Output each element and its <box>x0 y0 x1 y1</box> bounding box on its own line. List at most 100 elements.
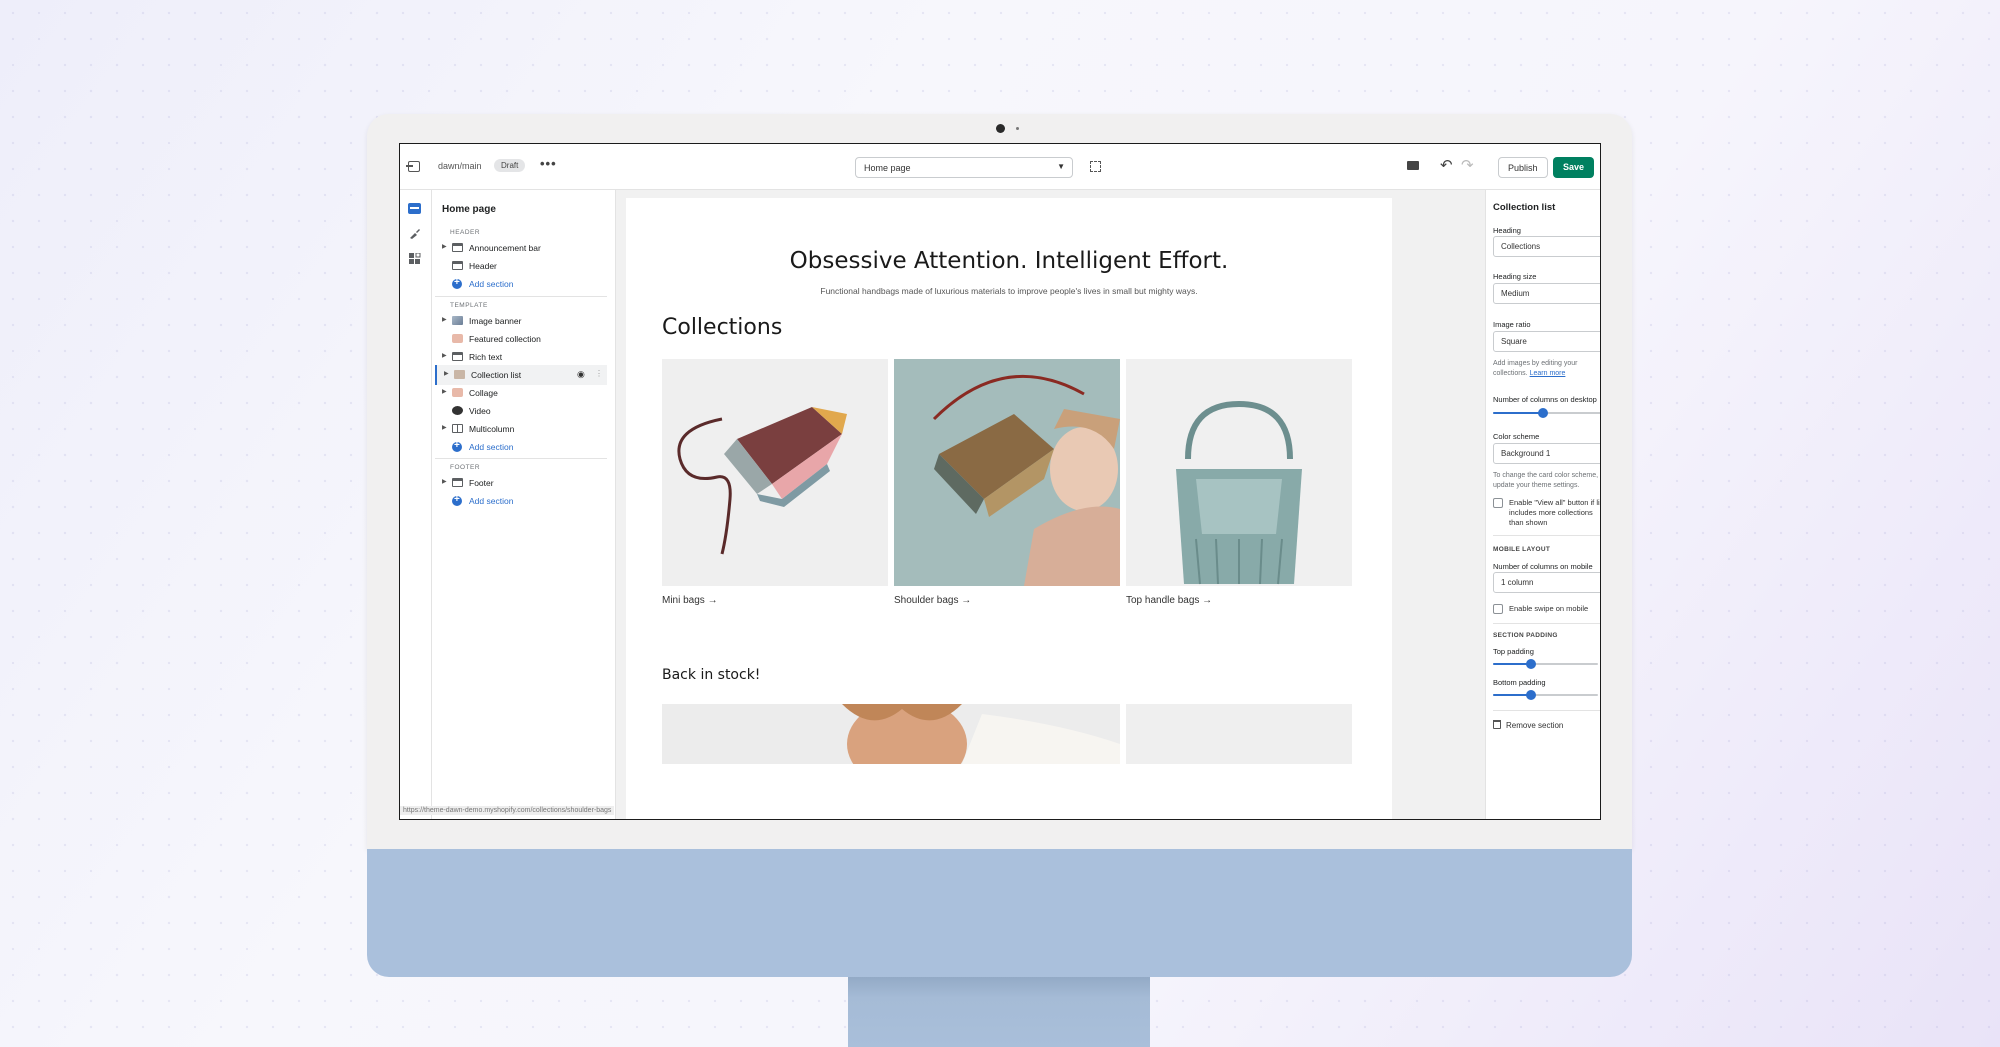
more-actions-button[interactable]: ••• <box>540 156 557 171</box>
sidebar-item-rich-text[interactable]: ▶ Rich text <box>435 347 607 367</box>
bottom-padding-slider[interactable] <box>1493 690 1598 700</box>
inspector-icon[interactable] <box>1090 161 1101 172</box>
heading-input[interactable]: Collections <box>1493 236 1600 257</box>
columns-desktop-slider[interactable] <box>1493 408 1600 418</box>
trash-icon <box>1493 720 1501 729</box>
product-image[interactable] <box>1126 704 1352 764</box>
group-template: TEMPLATE <box>450 302 488 309</box>
add-section-template[interactable]: Add section <box>435 437 607 457</box>
redo-icon[interactable]: ↷ <box>1461 156 1474 174</box>
chevron-right-icon[interactable]: ▶ <box>442 388 447 395</box>
sidebar-item-announcement-bar[interactable]: ▶ Announcement bar <box>435 238 607 258</box>
sidebar-item-footer[interactable]: ▶ Footer <box>435 473 607 493</box>
chevron-right-icon[interactable]: ▶ <box>442 424 447 431</box>
slider-knob[interactable] <box>1525 690 1536 700</box>
collection-link-shoulder-bags[interactable]: Shoulder bags → <box>894 595 971 606</box>
desktop-view-icon[interactable] <box>1407 161 1419 170</box>
chevron-right-icon[interactable]: ▶ <box>442 316 447 323</box>
sidebar-item-collection-list[interactable]: ▶ Collection list ◉ ⋮ <box>435 365 607 385</box>
swipe-mobile-checkbox[interactable] <box>1493 604 1503 614</box>
collection-link-top-handle-bags[interactable]: Top handle bags → <box>1126 595 1212 606</box>
rich-text-icon <box>452 352 463 361</box>
sidebar-item-header[interactable]: Header <box>435 256 607 276</box>
featured-collection-icon <box>452 334 463 343</box>
hero-title: Obsessive Attention. Intelligent Effort. <box>789 248 1229 274</box>
add-section-label: Add section <box>469 496 514 506</box>
sidebar-item-image-banner[interactable]: ▶ Image banner <box>435 311 607 331</box>
monitor-stand <box>848 977 1150 1047</box>
sidebar-item-collage[interactable]: ▶ Collage <box>435 383 607 403</box>
eye-icon[interactable]: ◉ <box>577 369 585 380</box>
image-ratio-label: Image ratio <box>1493 320 1531 329</box>
announcement-bar-icon <box>452 243 463 252</box>
sections-icon[interactable] <box>408 203 421 214</box>
undo-icon[interactable]: ↶ <box>1440 156 1453 174</box>
heading-size-label: Heading size <box>1493 272 1537 281</box>
hero-subtitle: Functional handbags made of luxurious ma… <box>820 286 1198 296</box>
group-footer: FOOTER <box>450 464 481 471</box>
image-ratio-value: Square <box>1501 337 1527 346</box>
sidebar-item-multicolumn[interactable]: ▶ Multicolumn <box>435 419 607 439</box>
save-button[interactable]: Save <box>1553 157 1595 178</box>
add-section-header[interactable]: Add section <box>435 274 607 294</box>
theme-settings-icon[interactable] <box>408 228 421 239</box>
divider <box>1493 535 1600 536</box>
add-section-footer[interactable]: Add section <box>435 491 607 511</box>
sidebar-item-featured-collection[interactable]: Featured collection <box>435 329 607 349</box>
collection-card-image[interactable] <box>662 359 888 586</box>
top-padding-slider[interactable] <box>1493 659 1598 669</box>
sidebar-item-label: Collection list <box>471 370 522 380</box>
model-image <box>662 704 1120 764</box>
swipe-mobile-label: Enable swipe on mobile <box>1509 604 1589 613</box>
top-padding-label: Top padding <box>1493 647 1534 656</box>
sidebar-item-label: Featured collection <box>469 334 541 344</box>
heading-label: Heading <box>1493 226 1521 235</box>
apps-icon[interactable] <box>408 253 421 264</box>
collection-link-mini-bags[interactable]: Mini bags → <box>662 595 718 606</box>
drag-handle-icon[interactable]: ⋮ <box>595 369 603 378</box>
sidebar-item-label: Multicolumn <box>469 424 515 434</box>
chevron-right-icon[interactable]: ▶ <box>442 352 447 359</box>
camera-sensor <box>1016 127 1019 130</box>
publish-button[interactable]: Publish <box>1498 157 1548 178</box>
color-help-text: To change the card color scheme, update … <box>1493 472 1599 489</box>
status-url: https://theme-dawn-demo.myshopify.com/co… <box>400 806 615 815</box>
chevron-right-icon[interactable]: ▶ <box>442 243 447 250</box>
slider-knob[interactable] <box>1538 408 1549 418</box>
view-all-label: Enable "View all" button if list include… <box>1509 498 1601 527</box>
collection-card-image[interactable] <box>894 359 1120 586</box>
add-section-label: Add section <box>469 442 514 452</box>
sidebar-item-video[interactable]: Video <box>435 401 607 421</box>
draft-badge: Draft <box>494 159 526 172</box>
color-scheme-label: Color scheme <box>1493 432 1540 441</box>
add-section-label: Add section <box>469 279 514 289</box>
section-padding-heading: SECTION PADDING <box>1493 632 1558 639</box>
heading-size-select[interactable]: Medium ⇕ <box>1493 283 1600 304</box>
columns-desktop-label: Number of columns on desktop <box>1493 395 1597 404</box>
columns-mobile-select[interactable]: 1 column ⇕ <box>1493 572 1600 593</box>
color-scheme-select[interactable]: Background 1 ⇕ <box>1493 443 1600 464</box>
exit-icon[interactable] <box>406 161 420 172</box>
mini-bag-image <box>677 407 847 555</box>
chevron-right-icon[interactable]: ▶ <box>444 370 449 377</box>
camera-icon <box>996 124 1005 133</box>
image-ratio-select[interactable]: Square ⇕ <box>1493 331 1600 352</box>
chevron-right-icon[interactable]: ▶ <box>442 478 447 485</box>
heading-size-value: Medium <box>1501 289 1530 298</box>
divider <box>435 296 607 297</box>
theme-preview: Obsessive Attention. Intelligent Effort.… <box>616 190 1485 819</box>
page-selector[interactable]: Home page ▼ <box>855 157 1073 178</box>
editor-topbar: dawn/main Draft ••• Home page ▼ ↶ ↷ Publ… <box>400 144 1600 190</box>
divider <box>435 458 607 459</box>
slider-knob[interactable] <box>1525 659 1536 669</box>
heading-input-value: Collections <box>1501 242 1541 251</box>
sidebar-item-label: Announcement bar <box>469 243 541 253</box>
view-all-checkbox[interactable] <box>1493 498 1503 508</box>
collection-card-image[interactable] <box>1126 359 1352 586</box>
image-help-text: Add images by editing your collections. … <box>1493 359 1600 379</box>
footer-icon <box>452 478 463 487</box>
product-image[interactable] <box>662 704 1120 764</box>
learn-more-link[interactable]: Learn more <box>1530 370 1566 377</box>
sidebar-title: Home page <box>442 204 496 215</box>
remove-section-button[interactable]: Remove section <box>1506 721 1563 730</box>
